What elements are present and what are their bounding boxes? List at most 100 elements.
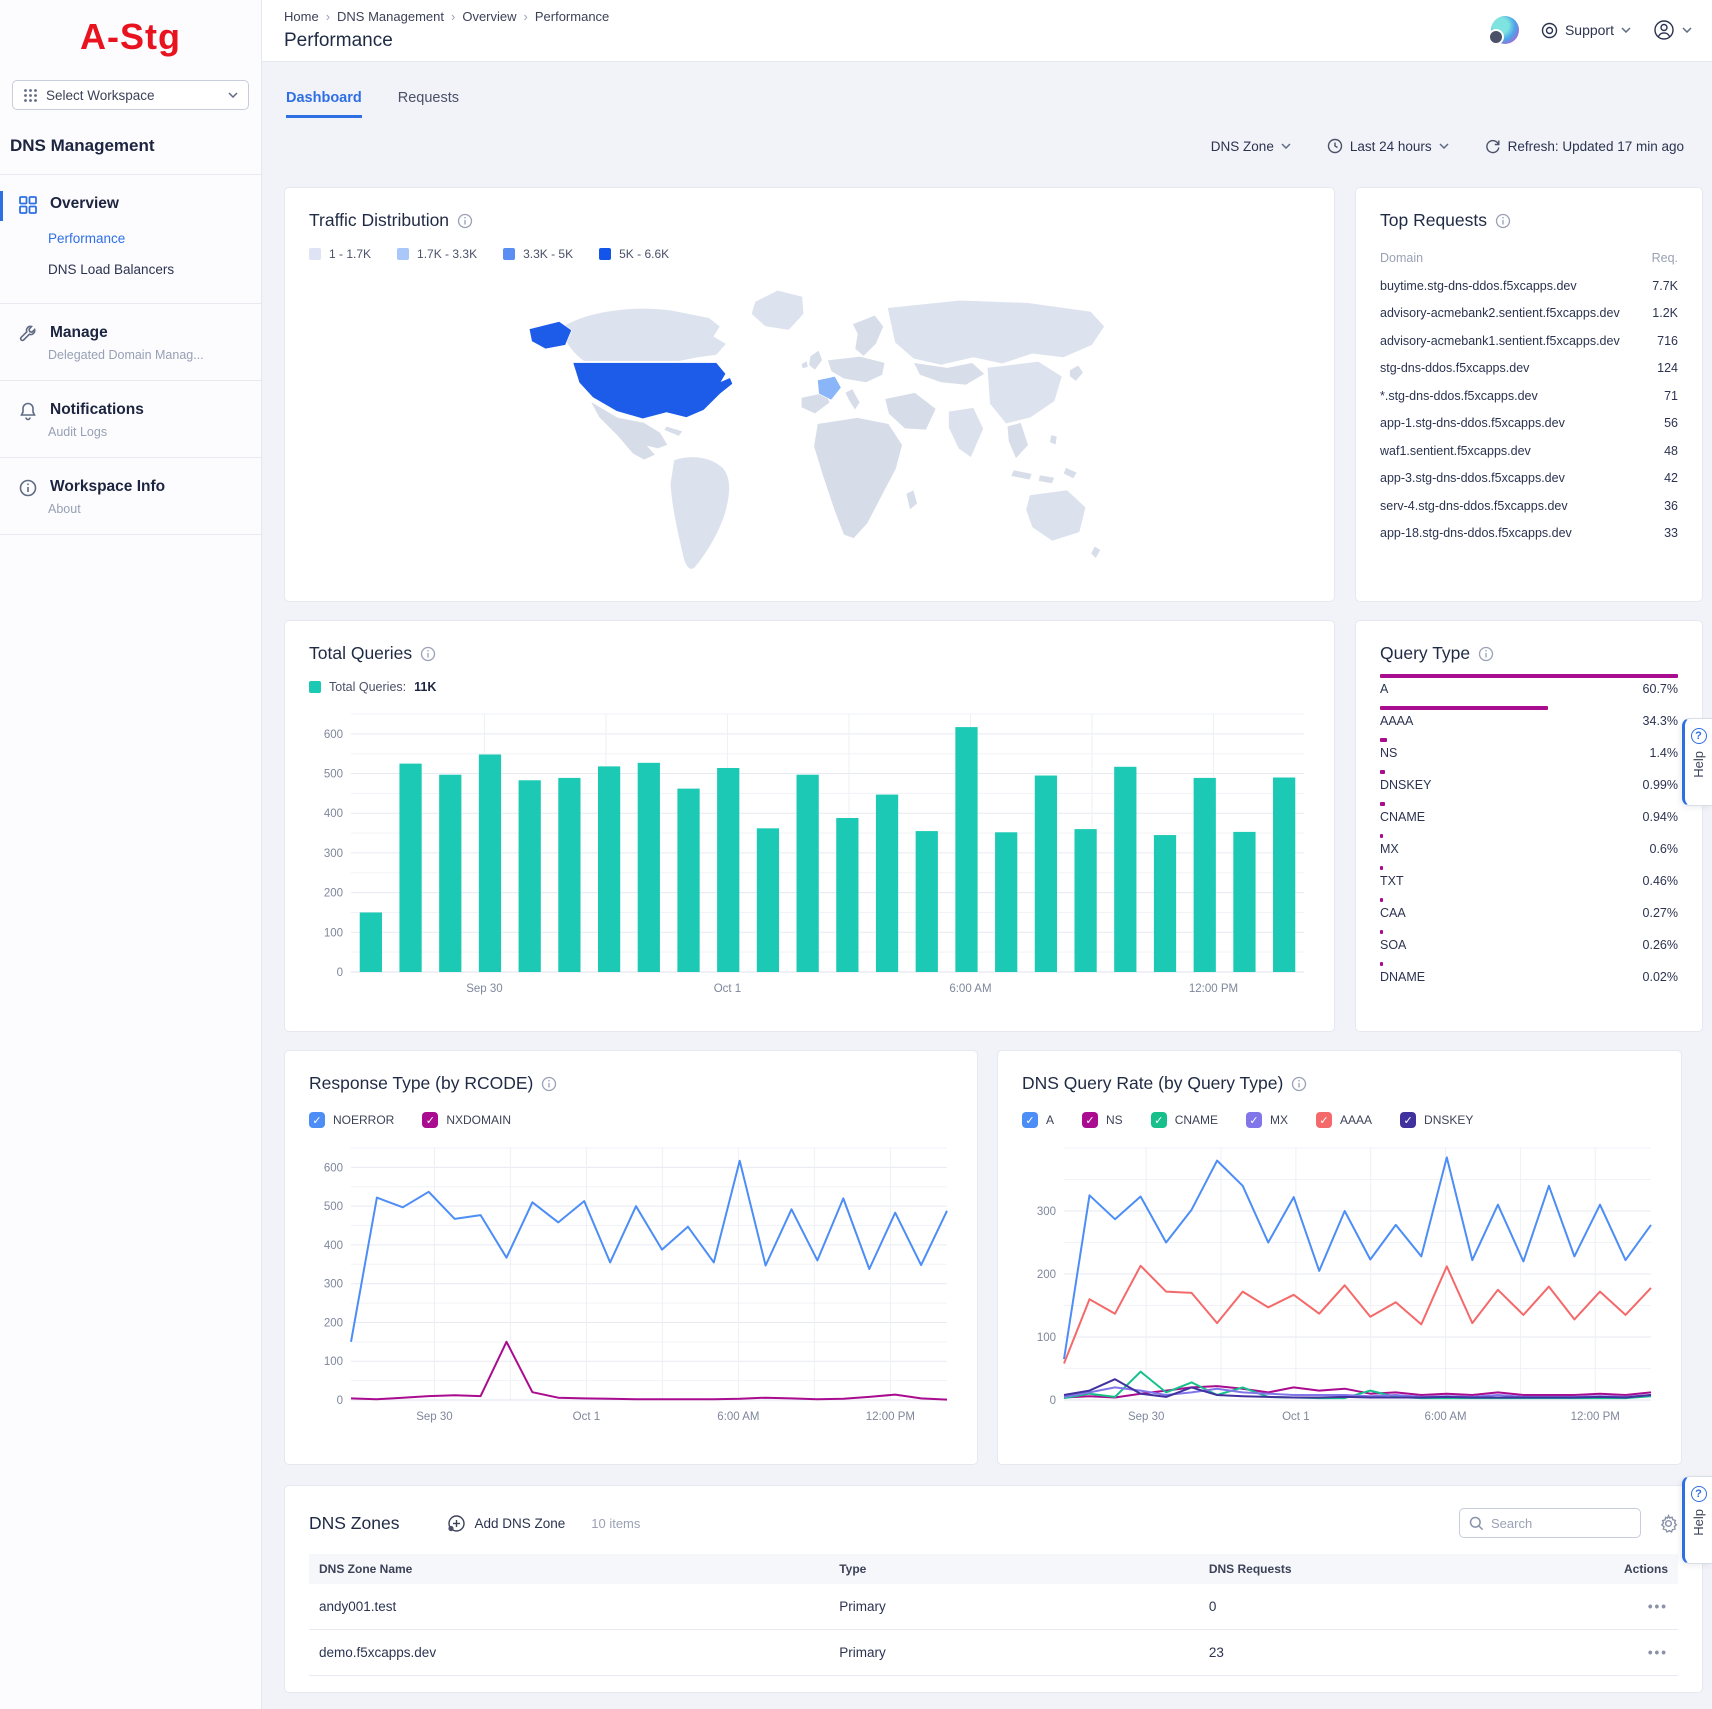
info-icon[interactable] [1478, 646, 1494, 662]
svg-text:Oct 1: Oct 1 [1282, 1411, 1309, 1423]
query-type-row[interactable]: A 60.7% [1380, 674, 1678, 696]
top-requests-row[interactable]: *.stg-dns-ddos.f5xcapps.dev 71 [1380, 389, 1678, 403]
tenant-globe-icon[interactable] [1491, 16, 1519, 44]
sidebar-item-overview[interactable]: Overview [0, 175, 261, 215]
query-type-percent: 0.94% [1643, 810, 1678, 824]
legend-checkbox-item[interactable]: ✓ DNSKEY [1400, 1112, 1473, 1128]
table-row[interactable]: andy001.test Primary 0 ••• [309, 1584, 1678, 1630]
query-type-row[interactable]: DNSKEY 0.99% [1380, 770, 1678, 792]
top-requests-row[interactable]: advisory-acmebank2.sentient.f5xcapps.dev… [1380, 306, 1678, 320]
svg-text:400: 400 [324, 808, 343, 820]
refresh-button[interactable]: Refresh: Updated 17 min ago [1485, 138, 1684, 154]
legend-checkbox-item[interactable]: ✓ MX [1246, 1112, 1288, 1128]
support-menu[interactable]: Support [1541, 22, 1631, 39]
legend-checkbox-item[interactable]: ✓ NOERROR [309, 1112, 394, 1128]
query-type-row[interactable]: CNAME 0.94% [1380, 802, 1678, 824]
svg-text:6:00 AM: 6:00 AM [1424, 1411, 1466, 1423]
add-dns-zone-button[interactable]: Add DNS Zone [447, 1514, 565, 1533]
column-zone-name[interactable]: DNS Zone Name [309, 1554, 829, 1584]
top-requests-row[interactable]: serv-4.stg-dns-ddos.f5xcapps.dev 36 [1380, 499, 1678, 513]
svg-text:6:00 AM: 6:00 AM [949, 983, 991, 995]
help-tab[interactable]: ? Help [1682, 1476, 1712, 1564]
query-type-row[interactable]: CAA 0.27% [1380, 898, 1678, 920]
legend-checkbox-item[interactable]: ✓ NS [1082, 1112, 1123, 1128]
card-title: DNS Zones [309, 1513, 399, 1534]
sidebar-item-performance[interactable]: Performance [48, 231, 261, 246]
info-icon[interactable] [541, 1076, 557, 1092]
legend-checkbox-item[interactable]: ✓ NXDOMAIN [422, 1112, 511, 1128]
row-actions-menu[interactable]: ••• [1648, 1645, 1668, 1660]
info-icon[interactable] [457, 213, 473, 229]
sidebar-item-label: Notifications [50, 401, 144, 419]
info-icon[interactable] [1495, 213, 1511, 229]
top-requests-row[interactable]: waf1.sentient.f5xcapps.dev 48 [1380, 444, 1678, 458]
account-menu[interactable] [1653, 19, 1692, 41]
row-actions-menu[interactable]: ••• [1648, 1599, 1668, 1614]
svg-text:Oct 1: Oct 1 [573, 1411, 600, 1423]
top-requests-row[interactable]: app-3.stg-dns-ddos.f5xcapps.dev 42 [1380, 471, 1678, 485]
breadcrumb-item[interactable]: Overview [451, 9, 517, 24]
sidebar-item-manage[interactable]: Manage [0, 304, 261, 344]
query-type-percent: 0.02% [1643, 970, 1678, 984]
workspace-selector[interactable]: Select Workspace [12, 80, 249, 110]
help-icon: ? [1691, 1486, 1707, 1502]
dns-zone-filter[interactable]: DNS Zone [1211, 139, 1291, 154]
total-queries-chart[interactable]: 0100200300400500600Sep 30Oct 16:00 AM12:… [309, 702, 1312, 1000]
query-type-bar [1380, 770, 1385, 774]
query-type-row[interactable]: TXT 0.46% [1380, 866, 1678, 888]
breadcrumb-item[interactable]: DNS Management [326, 9, 444, 24]
legend-checkbox-item[interactable]: ✓ AAAA [1316, 1112, 1372, 1128]
top-requests-row[interactable]: stg-dns-ddos.f5xcapps.dev 124 [1380, 361, 1678, 375]
query-type-row[interactable]: MX 0.6% [1380, 834, 1678, 856]
column-type[interactable]: Type [829, 1554, 1199, 1584]
gear-icon[interactable] [1659, 1514, 1678, 1533]
info-icon[interactable] [420, 646, 436, 662]
zone-name[interactable]: demo.f5xcapps.dev [309, 1630, 829, 1676]
sidebar: A-Stg Select Workspace DNS Management Ov… [0, 0, 262, 1709]
top-requests-row[interactable]: buytime.stg-dns-ddos.f5xcapps.dev 7.7K [1380, 279, 1678, 293]
help-tab[interactable]: ? Help [1682, 718, 1712, 806]
help-label: Help [1691, 1509, 1706, 1536]
brand-logo: A-Stg [0, 16, 261, 58]
zone-name[interactable]: andy001.test [309, 1584, 829, 1630]
breadcrumb-item[interactable]: Performance [524, 9, 610, 24]
search-input[interactable] [1491, 1516, 1621, 1531]
add-zone-icon [447, 1514, 466, 1533]
query-type-row[interactable]: AAAA 34.3% [1380, 706, 1678, 728]
zone-type: Primary [829, 1584, 1199, 1630]
sidebar-item-notifications[interactable]: Notifications [0, 381, 261, 421]
request-domain: waf1.sentient.f5xcapps.dev [1380, 444, 1531, 458]
svg-text:100: 100 [324, 927, 343, 939]
zone-type: Primary [829, 1630, 1199, 1676]
zone-requests: 23 [1199, 1630, 1541, 1676]
legend-checkbox-item[interactable]: ✓ A [1022, 1112, 1054, 1128]
tab-requests[interactable]: Requests [398, 90, 459, 118]
sidebar-product-title: DNS Management [10, 136, 261, 156]
query-type-percent: 0.26% [1643, 938, 1678, 952]
column-dns-requests[interactable]: DNS Requests [1199, 1554, 1541, 1584]
query-rate-chart[interactable]: 0100200300Sep 30Oct 16:00 AM12:00 PM [1022, 1136, 1659, 1428]
tab-dashboard[interactable]: Dashboard [286, 90, 362, 118]
top-requests-row[interactable]: app-18.stg-dns-ddos.f5xcapps.dev 33 [1380, 526, 1678, 540]
info-icon[interactable] [1291, 1076, 1307, 1092]
top-requests-row[interactable]: advisory-acmebank1.sentient.f5xcapps.dev… [1380, 334, 1678, 348]
dns-zones-table: DNS Zone Name Type DNS Requests Actions … [309, 1554, 1678, 1676]
time-range-filter[interactable]: Last 24 hours [1327, 138, 1449, 154]
world-map[interactable] [470, 269, 1150, 581]
sidebar-item-workspace-info[interactable]: Workspace Info [0, 458, 261, 498]
query-type-row[interactable]: SOA 0.26% [1380, 930, 1678, 952]
checkbox-icon: ✓ [1400, 1112, 1416, 1128]
query-type-row[interactable]: DNAME 0.02% [1380, 962, 1678, 984]
help-label: Help [1691, 751, 1706, 778]
query-type-label: AAAA [1380, 714, 1413, 728]
page-title: Performance [284, 30, 393, 52]
breadcrumb-item[interactable]: Home [284, 9, 319, 24]
table-row[interactable]: demo.f5xcapps.dev Primary 23 ••• [309, 1630, 1678, 1676]
top-requests-row[interactable]: app-1.stg-dns-ddos.f5xcapps.dev 56 [1380, 416, 1678, 430]
query-type-row[interactable]: NS 1.4% [1380, 738, 1678, 760]
chevron-down-icon [1682, 27, 1692, 33]
svg-text:Oct 1: Oct 1 [714, 983, 741, 995]
response-type-chart[interactable]: 0100200300400500600Sep 30Oct 16:00 AM12:… [309, 1136, 955, 1428]
legend-checkbox-item[interactable]: ✓ CNAME [1151, 1112, 1218, 1128]
sidebar-item-dns-load-balancers[interactable]: DNS Load Balancers [48, 262, 261, 277]
